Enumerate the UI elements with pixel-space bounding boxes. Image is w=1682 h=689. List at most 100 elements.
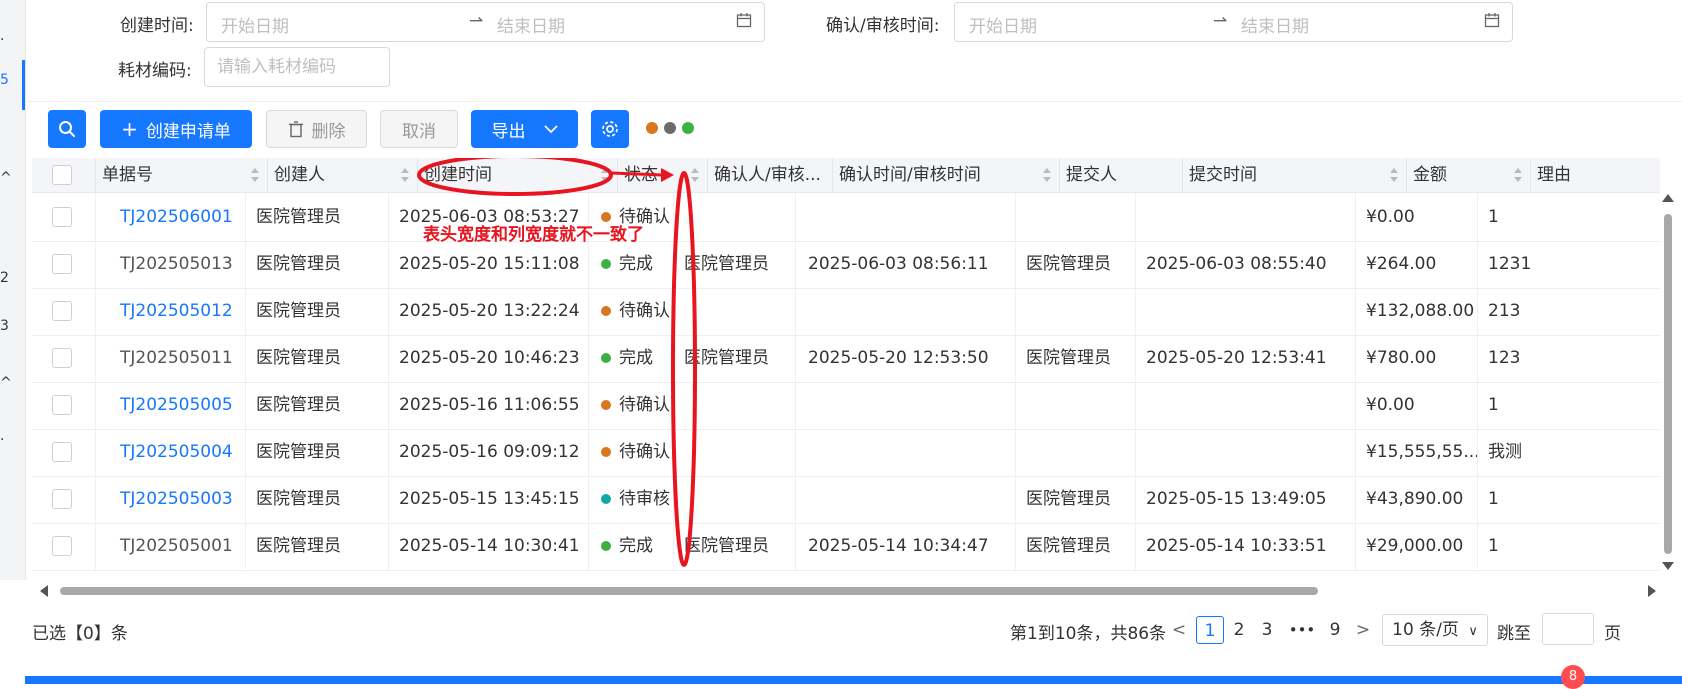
table-row[interactable]: TJ202505013 医院管理员 2025-05-20 15:11:08 完成 医院管… xyxy=(32,240,1660,289)
scroll-down-icon xyxy=(1662,562,1674,570)
sort-icon[interactable] xyxy=(401,167,409,183)
calendar-icon[interactable] xyxy=(1484,12,1500,28)
confirmer-cell: 医院管理员 xyxy=(674,334,796,382)
delete-button[interactable]: 删除 xyxy=(266,110,367,148)
search-button[interactable] xyxy=(48,110,86,148)
prev-page-button[interactable]: < xyxy=(1168,616,1190,644)
select-all-checkbox[interactable] xyxy=(52,165,72,185)
sort-icon[interactable] xyxy=(251,167,259,183)
end-date-placeholder[interactable]: 结束日期 xyxy=(1241,12,1309,37)
row-checkbox[interactable] xyxy=(52,395,72,415)
sidebar-mark[interactable]: 5 xyxy=(0,72,9,88)
doc-number-link[interactable]: TJ202505003 xyxy=(120,489,233,509)
sort-icon[interactable] xyxy=(1043,167,1051,183)
page-9-button[interactable]: 9 xyxy=(1324,616,1346,644)
doc-number-link[interactable]: TJ202505012 xyxy=(120,301,233,321)
table-row[interactable]: TJ202505012 医院管理员 2025-05-20 13:22:24 待确认 ¥1… xyxy=(32,287,1660,336)
sort-icon[interactable] xyxy=(1514,167,1522,183)
doc-number-cell: TJ202505013 xyxy=(96,240,246,288)
header-status[interactable]: 状态 xyxy=(618,158,708,192)
header-confirm-time[interactable]: 确认时间/审核时间 xyxy=(833,158,1060,192)
start-date-placeholder[interactable]: 开始日期 xyxy=(221,12,289,37)
amount-cell: ¥29,000.00 xyxy=(1356,522,1478,570)
header-created-time[interactable]: 创建时间 xyxy=(418,158,618,192)
end-date-placeholder[interactable]: 结束日期 xyxy=(497,12,565,37)
row-checkbox[interactable] xyxy=(52,442,72,462)
table-row[interactable]: TJ202505005 医院管理员 2025-05-16 11:06:55 待确认 ¥0… xyxy=(32,381,1660,430)
doc-number-cell: TJ202505001 xyxy=(96,522,246,570)
reason-text: 1 xyxy=(1488,207,1499,227)
header-confirmer[interactable]: 确认人/审核... xyxy=(708,158,833,192)
page-2-button[interactable]: 2 xyxy=(1228,616,1250,644)
row-checkbox[interactable] xyxy=(52,489,72,509)
next-page-button[interactable]: > xyxy=(1352,616,1374,644)
cancel-button[interactable]: 取消 xyxy=(380,110,458,148)
row-checkbox[interactable] xyxy=(52,207,72,227)
notification-badge[interactable]: 8 xyxy=(1561,665,1585,689)
sort-icon[interactable] xyxy=(601,167,609,183)
reason-cell: 1 xyxy=(1478,522,1660,570)
header-submit-time[interactable]: 提交时间 xyxy=(1183,158,1407,192)
create-request-button[interactable]: + 创建申请单 xyxy=(100,110,252,148)
reason-cell: 1231 xyxy=(1478,240,1660,288)
submit-time-cell: 2025-05-20 12:53:41 xyxy=(1136,334,1356,382)
table-row[interactable]: TJ202505011 医院管理员 2025-05-20 10:46:23 完成 医院管… xyxy=(32,334,1660,383)
submit-time-cell xyxy=(1136,193,1356,241)
confirm-time-range-picker[interactable]: 开始日期 ⇀ 结束日期 xyxy=(954,2,1513,42)
creator-text: 医院管理员 xyxy=(256,489,341,509)
sidebar-active-indicator xyxy=(22,60,25,110)
amount-text: ¥29,000.00 xyxy=(1366,536,1464,556)
sidebar-mark[interactable]: ^ xyxy=(0,375,12,391)
table-row[interactable]: TJ202505001 医院管理员 2025-05-14 10:30:41 完成 医院管… xyxy=(32,522,1660,571)
doc-number-link[interactable]: TJ202506001 xyxy=(120,207,233,227)
doc-number-link[interactable]: TJ202505004 xyxy=(120,442,233,462)
page-3-button[interactable]: 3 xyxy=(1256,616,1278,644)
material-code-field[interactable] xyxy=(204,47,390,87)
vertical-scrollbar[interactable] xyxy=(1660,192,1676,574)
horizontal-scrollbar[interactable] xyxy=(38,584,1658,598)
status-dot-gray xyxy=(664,122,676,134)
row-checkbox[interactable] xyxy=(52,254,72,274)
header-label: 创建人 xyxy=(274,165,325,185)
header-label: 提交人 xyxy=(1066,165,1117,185)
doc-number-link[interactable]: TJ202505005 xyxy=(120,395,233,415)
reason-text: 1231 xyxy=(1488,254,1532,274)
created-time-range-picker[interactable]: 开始日期 ⇀ 结束日期 xyxy=(206,2,765,42)
created-text: 2025-05-16 11:06:55 xyxy=(399,395,580,415)
header-doc-number[interactable]: 单据号 xyxy=(96,158,268,192)
row-checkbox[interactable] xyxy=(52,348,72,368)
row-checkbox[interactable] xyxy=(52,536,72,556)
start-date-placeholder[interactable]: 开始日期 xyxy=(969,12,1037,37)
header-amount[interactable]: 金额 xyxy=(1407,158,1531,192)
sort-icon[interactable] xyxy=(691,167,699,183)
calendar-icon[interactable] xyxy=(736,12,752,28)
material-code-input[interactable] xyxy=(205,48,389,86)
page-ellipsis[interactable]: ••• xyxy=(1284,616,1320,644)
page-1-button[interactable]: 1 xyxy=(1196,616,1224,644)
created-cell: 2025-05-14 10:30:41 xyxy=(389,522,589,570)
creator-text: 医院管理员 xyxy=(256,301,341,321)
jump-page-input[interactable] xyxy=(1542,613,1594,645)
header-creator[interactable]: 创建人 xyxy=(268,158,418,192)
settings-button[interactable] xyxy=(591,110,629,148)
header-submitter[interactable]: 提交人 xyxy=(1060,158,1183,192)
status-text: 完成 xyxy=(619,536,653,556)
header-label: 理由 xyxy=(1537,165,1571,185)
table-row[interactable]: TJ202505003 医院管理员 2025-05-15 13:45:15 待审核 医院… xyxy=(32,475,1660,524)
jump-label: 跳至 xyxy=(1497,624,1531,644)
confirm-time-cell: 2025-05-14 10:34:47 xyxy=(796,522,1016,570)
table-row[interactable]: TJ202506001 医院管理员 2025-06-03 08:53:27 待确认 ¥0… xyxy=(32,193,1660,242)
status-cell: 待审核 xyxy=(589,475,674,523)
amount-cell: ¥780.00 xyxy=(1356,334,1478,382)
doc-number-cell: TJ202505012 xyxy=(96,287,246,335)
export-button[interactable]: 导出 xyxy=(471,110,578,148)
sort-icon[interactable] xyxy=(1390,167,1398,183)
sidebar-mark[interactable]: ^ xyxy=(0,170,12,186)
status-dot xyxy=(601,541,611,551)
delete-label: 删除 xyxy=(311,121,346,142)
page-size-select[interactable]: 10 条/页 ∨ xyxy=(1382,614,1488,646)
row-checkbox[interactable] xyxy=(52,301,72,321)
trash-icon xyxy=(288,120,303,137)
header-reason[interactable]: 理由 xyxy=(1531,158,1660,192)
table-row[interactable]: TJ202505004 医院管理员 2025-05-16 09:09:12 待确认 ¥1… xyxy=(32,428,1660,477)
